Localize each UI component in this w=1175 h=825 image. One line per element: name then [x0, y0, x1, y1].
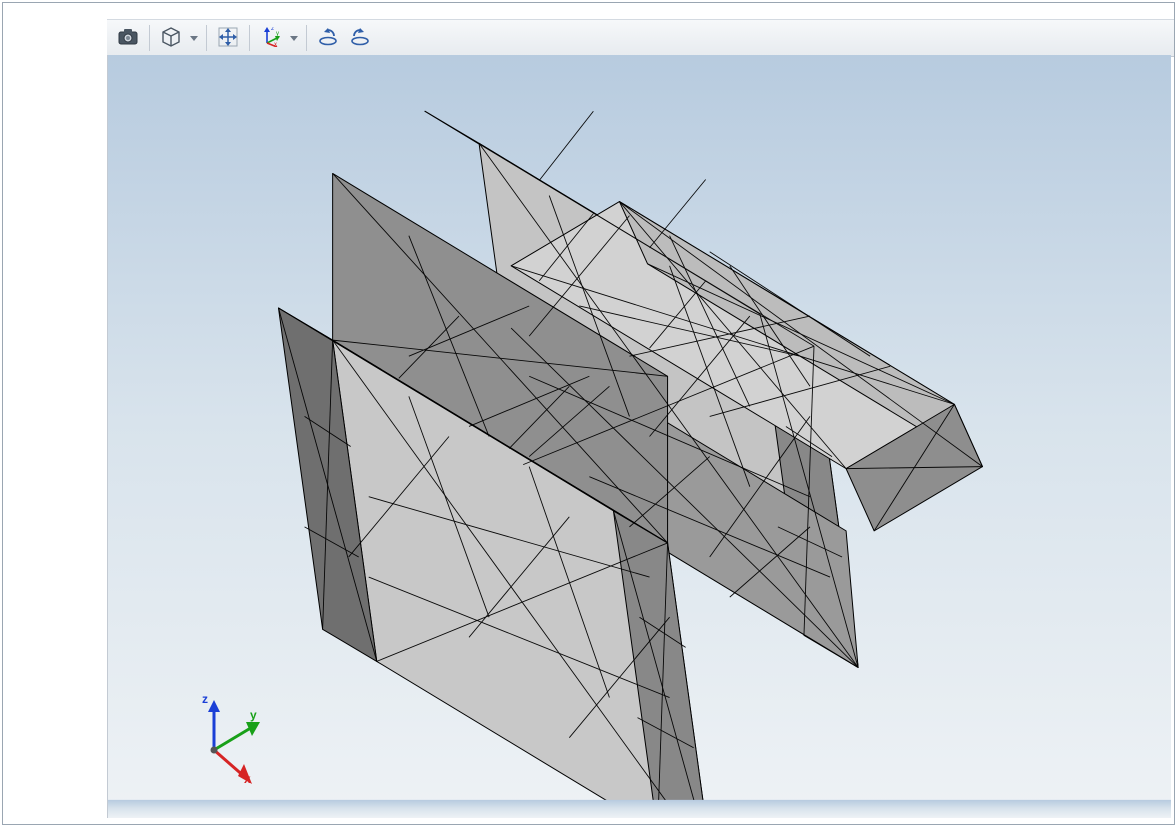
- axes-dropdown[interactable]: [288, 24, 300, 52]
- triad-axes-icon: [180, 692, 276, 788]
- triad-x-label: x: [244, 772, 251, 786]
- camera-icon: [118, 29, 138, 48]
- rotate-left-button[interactable]: [313, 23, 343, 53]
- axes-button[interactable]: z y x: [256, 23, 286, 53]
- toolbar-separator: [206, 25, 207, 51]
- svg-text:z: z: [271, 27, 274, 32]
- rotate-left-icon: [318, 27, 338, 50]
- 3d-viewport[interactable]: z y x: [107, 55, 1171, 818]
- box-view-dropdown[interactable]: [188, 24, 200, 52]
- move-icon: [218, 27, 238, 50]
- move-button[interactable]: [213, 23, 243, 53]
- left-gutter: [3, 3, 107, 824]
- svg-text:x: x: [274, 42, 277, 47]
- toolbar-separator: [149, 25, 150, 51]
- toolbar-separator: [306, 25, 307, 51]
- svg-text:y: y: [276, 31, 279, 37]
- axes-icon: z y x: [261, 27, 281, 50]
- screenshot-button[interactable]: [113, 23, 143, 53]
- orientation-triad: z y x: [180, 692, 276, 788]
- content-area: z y x: [107, 3, 1174, 824]
- triad-z-label: z: [202, 692, 208, 706]
- box-view-icon: [161, 27, 181, 50]
- app-frame: z y x: [2, 2, 1175, 825]
- box-view-button[interactable]: [156, 23, 186, 53]
- rotate-right-button[interactable]: [345, 23, 375, 53]
- toolbar-separator: [249, 25, 250, 51]
- triad-y-label: y: [250, 708, 257, 722]
- viewport-toolbar: z y x: [107, 19, 1174, 57]
- rotate-right-icon: [350, 27, 370, 50]
